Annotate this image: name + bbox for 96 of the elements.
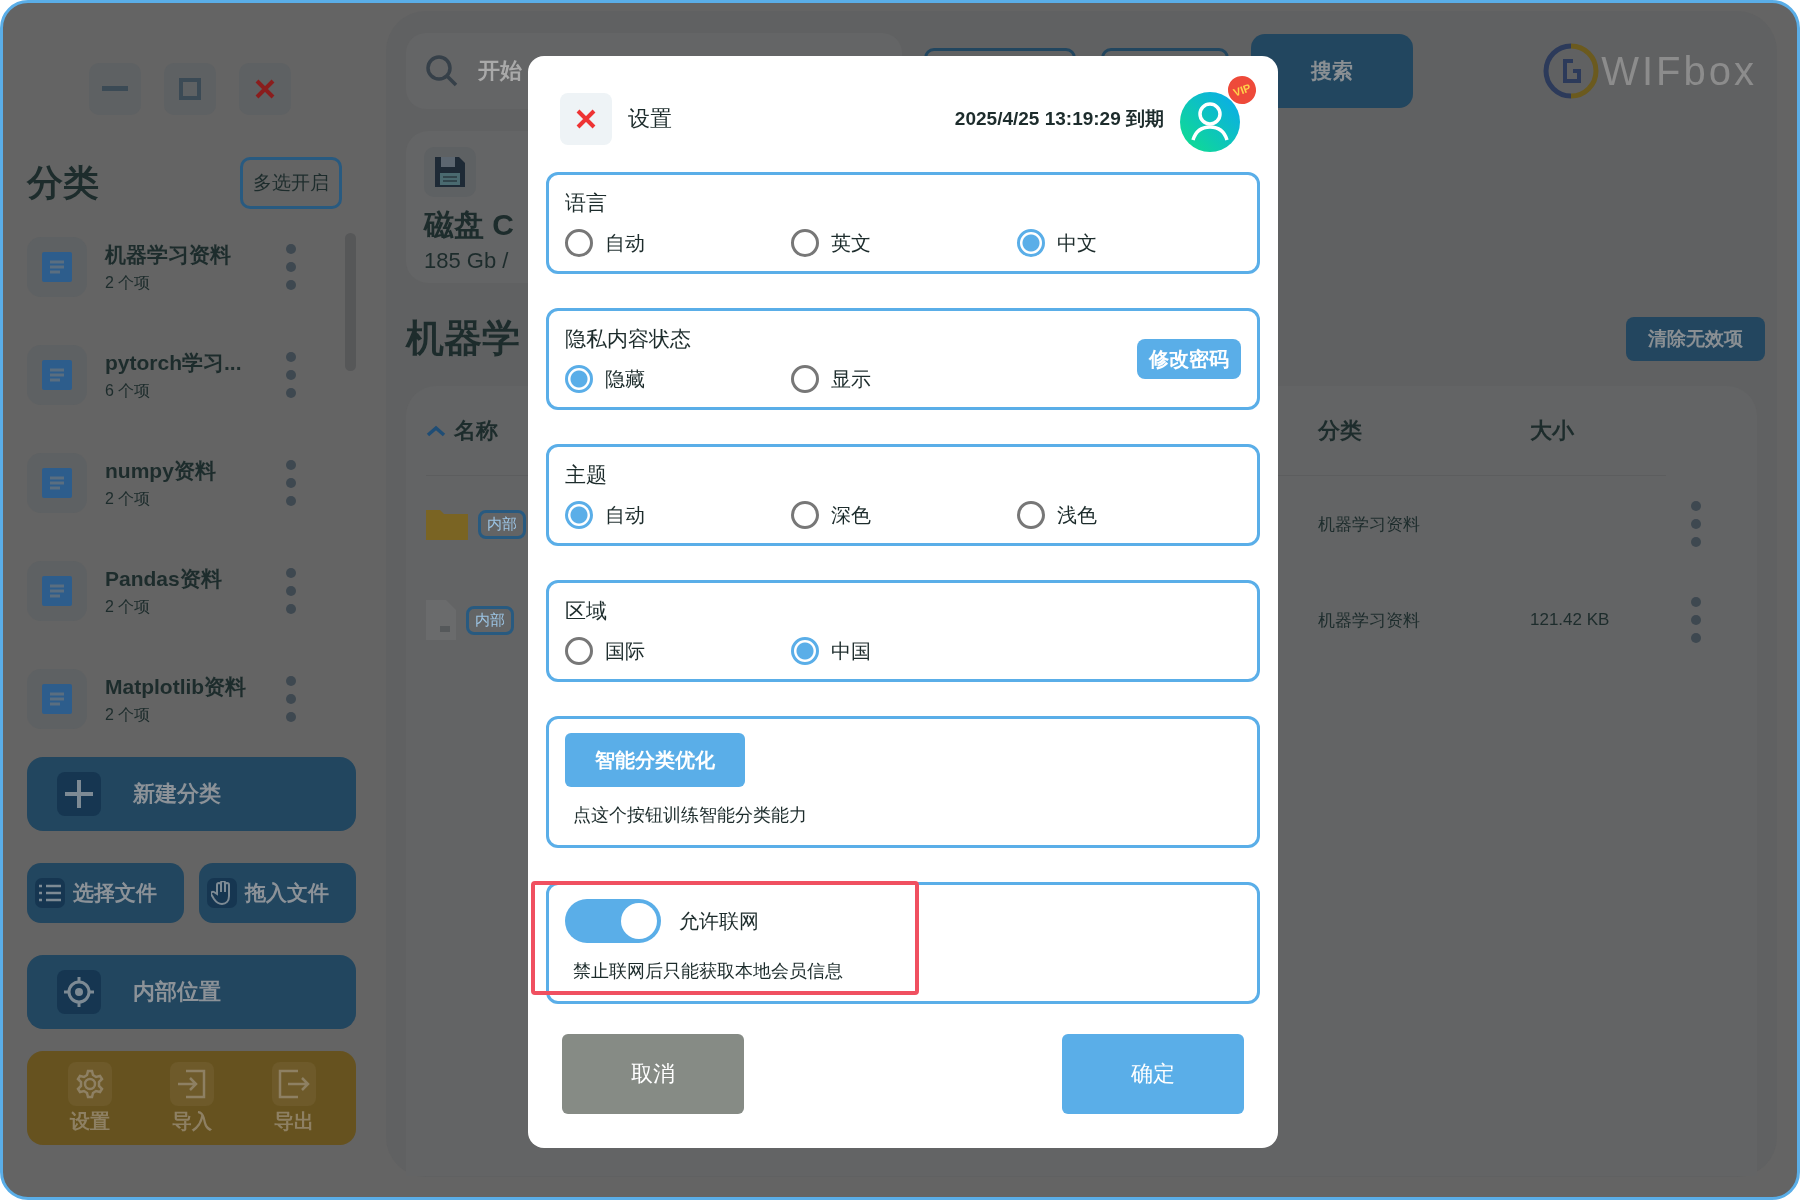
radio-option[interactable]: 自动	[565, 501, 791, 529]
section-title: 区域	[565, 598, 608, 624]
radio-option[interactable]: 中国	[791, 637, 1017, 665]
item-count: 2 个项	[105, 704, 152, 725]
category-name[interactable]: Matplotlib资料	[105, 672, 285, 701]
document-icon	[27, 453, 87, 513]
disk-usage: 185 Gb /	[424, 248, 510, 274]
document-icon	[27, 561, 87, 621]
document-icon	[27, 669, 87, 729]
radio-option[interactable]: 英文	[791, 229, 1017, 257]
close-button[interactable]	[239, 63, 291, 115]
more-icon[interactable]	[285, 459, 297, 507]
maximize-button[interactable]	[164, 63, 216, 115]
import-button[interactable]: 导入	[163, 1060, 220, 1136]
item-count: 2 个项	[105, 488, 152, 509]
cancel-button[interactable]: 取消	[562, 1034, 744, 1114]
square-icon	[179, 78, 201, 100]
radio-button[interactable]	[565, 229, 593, 257]
more-icon[interactable]	[285, 351, 297, 399]
toggle-label: 允许联网	[679, 908, 759, 934]
confirm-button[interactable]: 确定	[1062, 1034, 1244, 1114]
table-cell: 121.42 KB	[1530, 610, 1610, 629]
close-icon	[576, 109, 596, 129]
list-icon	[39, 884, 61, 902]
folder-heading: 机器学	[406, 316, 520, 361]
radio-option[interactable]: 国际	[565, 637, 791, 665]
radio-button[interactable]	[565, 501, 593, 529]
sort-caret-icon	[426, 424, 446, 437]
document-icon	[27, 237, 87, 297]
logo-icon	[1543, 43, 1600, 99]
select-files-button[interactable]: 选择文件	[27, 863, 184, 923]
multi-select-button[interactable]: 多选开启	[240, 157, 342, 209]
column-header[interactable]: 分类	[1318, 415, 1530, 446]
search-icon	[424, 53, 460, 89]
radio-button[interactable]	[791, 637, 819, 665]
internal-location-button[interactable]: 内部位置	[27, 955, 356, 1029]
radio-button[interactable]	[565, 637, 593, 665]
change-password-button[interactable]: 修改密码	[1137, 339, 1241, 379]
radio-option[interactable]: 显示	[791, 365, 1017, 393]
item-count: 2 个项	[105, 596, 152, 617]
table-cell-text: 机器学习资料	[1318, 513, 1421, 536]
item-count: 2 个项	[105, 272, 152, 293]
hand-icon	[211, 881, 233, 905]
dialog-title: 设置	[628, 105, 672, 133]
export-icon	[277, 1068, 310, 1099]
expiry-date: 2025/4/25 13:19:29 到期	[954, 107, 1164, 131]
folder-icon	[426, 508, 468, 540]
category-name[interactable]: Pandas资料	[105, 564, 285, 593]
radio-option[interactable]: 隐藏	[565, 365, 791, 393]
category-name[interactable]: numpy资料	[105, 456, 285, 485]
disk-name: 磁盘 C	[424, 207, 515, 243]
smart-optimize-button[interactable]: 智能分类优化	[565, 733, 745, 787]
sidebar-title: 分类	[27, 160, 99, 205]
category-name[interactable]: pytorch学习...	[105, 348, 285, 377]
table-cell-text: 机器学习资料	[1318, 609, 1421, 632]
item-count: 6 个项	[105, 380, 152, 401]
radio-button[interactable]	[1017, 501, 1045, 529]
section-title: 隐私内容状态	[565, 326, 692, 352]
section-description: 点这个按钮训练智能分类能力	[573, 804, 808, 827]
import-icon	[175, 1068, 208, 1099]
gear-icon	[74, 1068, 105, 1099]
close-icon	[255, 79, 275, 99]
drag-files-button[interactable]: 拖入文件	[199, 863, 356, 923]
more-icon[interactable]	[285, 567, 297, 615]
section-description: 禁止联网后只能获取本地会员信息	[573, 960, 844, 983]
section-title: 主题	[565, 462, 608, 488]
minimize-button[interactable]	[89, 63, 141, 115]
radio-option[interactable]: 自动	[565, 229, 791, 257]
plus-icon	[63, 778, 95, 810]
radio-button[interactable]	[1017, 229, 1045, 257]
radio-button[interactable]	[565, 365, 593, 393]
toggle-switch[interactable]	[565, 899, 661, 943]
radio-button[interactable]	[791, 365, 819, 393]
settings-button[interactable]: 设置	[61, 1060, 118, 1136]
radio-option[interactable]: 浅色	[1017, 501, 1243, 529]
close-button[interactable]	[560, 93, 612, 145]
radio-button[interactable]	[791, 229, 819, 257]
minus-icon	[102, 86, 128, 92]
more-icon[interactable]	[285, 675, 297, 723]
radio-button[interactable]	[791, 501, 819, 529]
export-button[interactable]: 导出	[265, 1060, 322, 1136]
new-category-button[interactable]: 新建分类	[27, 757, 356, 831]
column-header[interactable]: 大小	[1530, 415, 1666, 446]
clear-invalid-button[interactable]: 清除无效项	[1626, 316, 1765, 361]
more-icon[interactable]	[285, 243, 297, 291]
internal-tag: 内部	[466, 605, 514, 635]
internal-tag: 内部	[478, 509, 526, 539]
more-icon[interactable]	[1690, 596, 1702, 644]
section-title: 语言	[565, 190, 608, 216]
radio-option[interactable]: 中文	[1017, 229, 1243, 257]
column-header[interactable]: 名称	[426, 415, 1318, 446]
more-icon[interactable]	[1690, 500, 1702, 548]
target-icon	[62, 975, 96, 1009]
document-icon	[27, 345, 87, 405]
category-name[interactable]: 机器学习资料	[105, 240, 285, 269]
radio-option[interactable]: 深色	[791, 501, 1017, 529]
